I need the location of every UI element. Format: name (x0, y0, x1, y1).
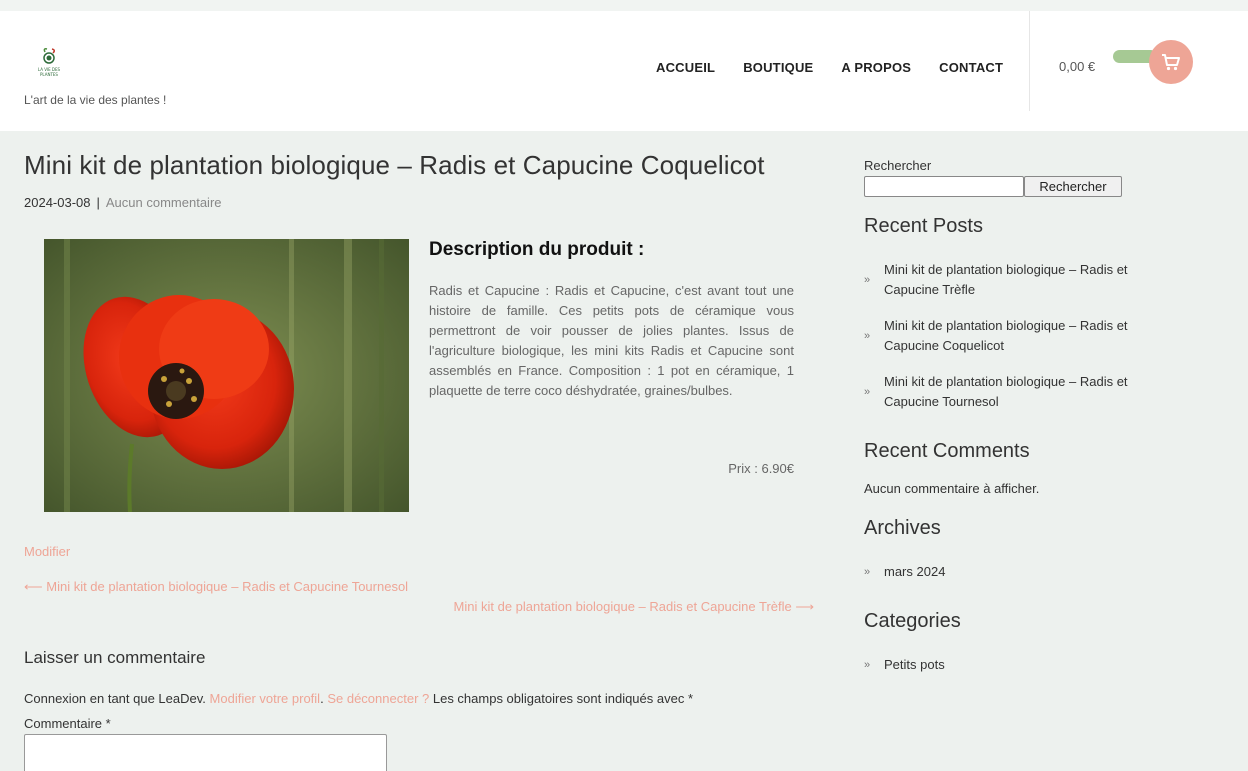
recent-comments-title: Recent Comments (864, 440, 1030, 462)
description-heading: Description du produit : (429, 239, 645, 260)
comment-textarea[interactable] (24, 734, 387, 771)
logged-in-notice: Connexion en tant que LeaDev. Modifier v… (24, 691, 693, 706)
recent-post-link[interactable]: Mini kit de plantation biologique – Radi… (884, 374, 1128, 409)
double-chevron-right-icon: » (864, 658, 871, 671)
cart-button[interactable] (1149, 40, 1193, 84)
site-tagline: L'art de la vie des plantes ! (24, 93, 167, 107)
reply-title: Laisser un commentaire (24, 648, 206, 667)
site-header: LA VIE DES PLANTES L'art de la vie des p… (0, 11, 1248, 131)
top-strip (0, 0, 1248, 11)
recent-post-item[interactable]: » Mini kit de plantation biologique – Ra… (864, 372, 1164, 412)
poppy-illustration (44, 239, 409, 512)
category-item[interactable]: » Petits pots (864, 657, 1064, 672)
recent-post-link[interactable]: Mini kit de plantation biologique – Radi… (884, 262, 1128, 297)
search-input[interactable] (864, 176, 1024, 197)
description-text: Radis et Capucine : Radis et Capucine, c… (429, 283, 794, 398)
archives-title: Archives (864, 517, 941, 539)
logo-text-line2: PLANTES (40, 72, 58, 77)
comment-label: Commentaire * (24, 716, 111, 731)
double-chevron-right-icon: » (864, 386, 871, 398)
no-comments-text: Aucun commentaire à afficher. (864, 481, 1040, 496)
required-fields-note: Les champs obligatoires sont indiqués av… (432, 691, 694, 706)
cart-icon (1162, 54, 1180, 71)
search-label: Rechercher (864, 158, 932, 173)
site-logo[interactable]: LA VIE DES PLANTES (33, 47, 65, 79)
edit-profile-link[interactable]: Modifier votre profil (210, 691, 321, 706)
search-form: Rechercher (864, 176, 1164, 197)
nav-accueil[interactable]: ACCUEIL (656, 60, 715, 75)
post-date[interactable]: 2024-03-08 (24, 195, 91, 210)
next-post-link[interactable]: Mini kit de plantation biologique – Radi… (424, 599, 814, 615)
main-nav: ACCUEIL BOUTIQUE A PROPOS CONTACT (656, 60, 1031, 75)
meta-separator: | (96, 195, 100, 210)
nav-contact[interactable]: CONTACT (939, 60, 1003, 75)
post-title: Mini kit de plantation biologique – Radi… (24, 150, 765, 180)
search-button[interactable]: Rechercher (1024, 176, 1122, 197)
post-meta: 2024-03-08 | Aucun commentaire (24, 195, 824, 210)
sidebar: Rechercher Rechercher Recent Posts » Min… (864, 158, 1164, 672)
recent-posts-title: Recent Posts (864, 215, 983, 237)
double-chevron-right-icon: » (864, 565, 871, 578)
double-chevron-right-icon: » (864, 330, 871, 342)
archive-link[interactable]: mars 2024 (884, 564, 945, 579)
archive-item[interactable]: » mars 2024 (864, 564, 1064, 579)
categories-title: Categories (864, 610, 961, 632)
recent-post-item[interactable]: » Mini kit de plantation biologique – Ra… (864, 316, 1164, 356)
recent-posts-list: » Mini kit de plantation biologique – Ra… (864, 260, 1164, 428)
logout-link[interactable]: Se déconnecter ? (327, 691, 429, 706)
header-divider (1029, 11, 1030, 111)
comments-link[interactable]: Aucun commentaire (106, 195, 222, 210)
previous-post-link[interactable]: ⟵ Mini kit de plantation biologique – Ra… (24, 579, 408, 595)
poppy-image (44, 239, 409, 512)
double-chevron-right-icon: » (864, 274, 871, 286)
logged-in-prefix: Connexion en tant que LeaDev. (24, 691, 206, 706)
notice-dot: . (320, 691, 324, 706)
recent-post-item[interactable]: » Mini kit de plantation biologique – Ra… (864, 260, 1164, 300)
nav-a-propos[interactable]: A PROPOS (841, 60, 911, 75)
cart-total[interactable]: 0,00 € (1059, 59, 1095, 74)
plant-logo-icon: LA VIE DES PLANTES (38, 48, 61, 77)
category-link[interactable]: Petits pots (884, 657, 945, 672)
product-block: Description du produit : Radis et Capuci… (44, 239, 824, 519)
product-description: Description du produit : Radis et Capuci… (429, 239, 794, 401)
recent-post-link[interactable]: Mini kit de plantation biologique – Radi… (884, 318, 1128, 353)
nav-boutique[interactable]: BOUTIQUE (743, 60, 813, 75)
product-price: Prix : 6.90€ (728, 461, 794, 476)
edit-post-link[interactable]: Modifier (24, 544, 70, 559)
post-content-area: Mini kit de plantation biologique – Radi… (24, 150, 824, 512)
